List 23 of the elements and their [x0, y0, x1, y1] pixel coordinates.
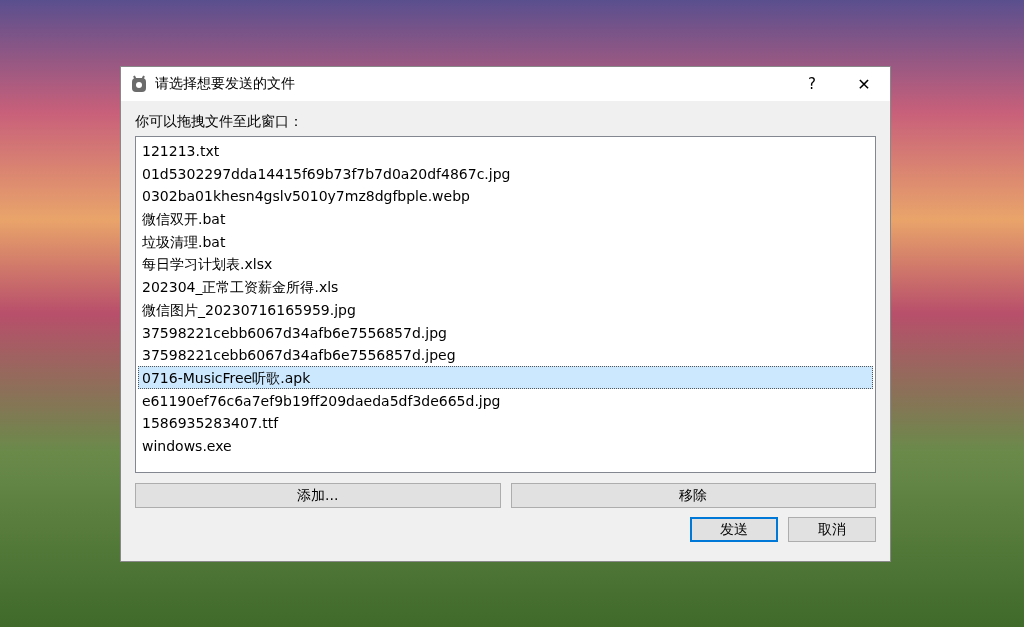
file-item[interactable]: 微信图片_20230716165959.jpg	[138, 297, 873, 321]
list-action-button[interactable]: 添加...	[135, 483, 501, 508]
list-action-button[interactable]: 移除	[510, 483, 876, 508]
file-item[interactable]: windows.exe	[138, 433, 873, 457]
file-item[interactable]: e61190ef76c6a7ef9b19ff209daeda5df3de665d.jpg	[138, 388, 873, 412]
help-button[interactable]: ?	[786, 67, 838, 101]
file-item[interactable]: 37598221cebb6067d34afb6e7556857d.jpg	[138, 320, 873, 344]
file-item[interactable]: 121213.txt	[138, 139, 873, 162]
file-item[interactable]: 0716-MusicFree听歌.apk	[138, 365, 873, 389]
close-button[interactable]: ✕	[838, 67, 890, 101]
file-item[interactable]: 37598221cebb6067d34afb6e7556857d.jpeg	[138, 343, 873, 366]
file-item[interactable]: 微信双开.bat	[138, 207, 873, 230]
app-icon	[131, 75, 147, 93]
file-item[interactable]: 垃圾清理.bat	[138, 229, 873, 253]
file-item[interactable]: 202304_正常工资薪金所得.xls	[138, 275, 873, 298]
file-item[interactable]: 1586935283407.ttf	[138, 411, 873, 434]
dialog-button[interactable]: 发送	[690, 517, 778, 542]
file-item[interactable]: 每日学习计划表.xlsx	[138, 252, 873, 276]
dialog-button[interactable]: 取消	[788, 517, 876, 542]
file-item[interactable]: 0302ba01khesn4gslv5010y7mz8dgfbple.webp	[138, 184, 873, 208]
window-title: 请选择想要发送的文件	[155, 75, 296, 93]
instruction-label: 你可以拖拽文件至此窗口：	[135, 113, 304, 131]
file-item[interactable]: 01d5302297dda14415f69b73f7b7d0a20df4867c.jpg	[138, 161, 873, 185]
